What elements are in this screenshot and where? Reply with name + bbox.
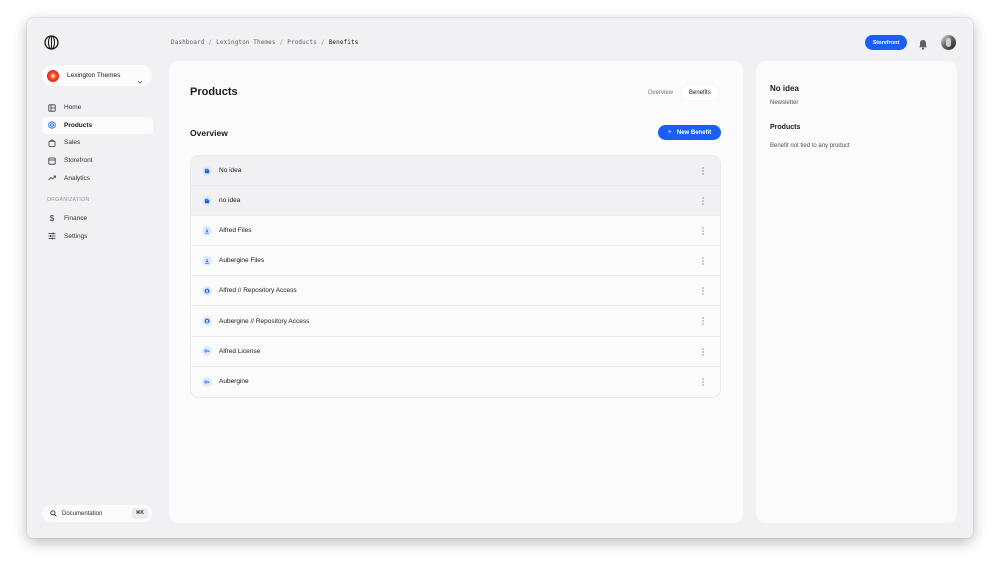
sidebar-item-analytics[interactable]: Analytics — [42, 170, 153, 187]
key-icon — [202, 376, 212, 387]
list-item[interactable]: Aubergine Files — [191, 246, 720, 277]
breadcrumb-products[interactable]: Products — [287, 39, 317, 46]
sidebar-item-label: Finance — [64, 215, 88, 222]
tabs: Overview Benefits — [639, 85, 718, 100]
bell-icon[interactable] — [918, 37, 928, 50]
shortcut-badge: ⌘K — [131, 508, 148, 519]
trend-icon — [48, 174, 56, 182]
sidebar-item-products[interactable]: Products — [42, 116, 153, 134]
more-vertical-icon[interactable] — [702, 257, 704, 265]
benefit-name: Alfred License — [219, 347, 261, 355]
sidebar-item-home[interactable]: Home — [42, 99, 153, 116]
sliders-icon — [48, 232, 56, 240]
sidebar-item-storefront[interactable]: Storefront — [42, 152, 153, 169]
list-item[interactable]: Alfred Files — [191, 216, 720, 247]
list-item[interactable]: Alfred License — [191, 337, 720, 367]
tab-benefits[interactable]: Benefits — [682, 85, 718, 100]
sidebar-item-label: Sales — [64, 139, 81, 147]
breadcrumb-benefits: Benefits — [328, 39, 359, 46]
key-icon — [202, 346, 212, 357]
list-item[interactable]: no idea — [191, 186, 720, 217]
github-icon — [202, 285, 212, 296]
home-icon — [48, 103, 56, 112]
detail-products-heading: Products — [770, 124, 801, 131]
github-icon — [202, 316, 212, 327]
list-item[interactable]: Aubergine // Repository Access — [191, 306, 720, 337]
sidebar-item-sales[interactable]: Sales — [42, 134, 153, 151]
sidebar-item-label: Home — [64, 104, 82, 111]
list-item[interactable]: Alfred // Repository Access — [191, 276, 720, 307]
plus-icon: + — [667, 129, 672, 136]
more-vertical-icon[interactable] — [702, 378, 704, 386]
avatar[interactable] — [941, 35, 956, 50]
more-vertical-icon[interactable] — [702, 227, 704, 235]
detail-type: Newsletter — [770, 100, 799, 106]
documentation-label: Documentation — [62, 510, 103, 517]
benefit-name: Aubergine // Repository Access — [219, 317, 310, 325]
polar-logo-icon[interactable] — [44, 35, 59, 50]
main-panel: Products Overview Benefits Overview + Ne… — [169, 61, 743, 523]
bag-icon — [48, 139, 56, 147]
new-benefit-button[interactable]: + New Benefit — [658, 125, 721, 140]
list-item[interactable]: Aubergine — [191, 367, 720, 397]
benefit-name: Aubergine Files — [219, 257, 265, 265]
sidebar-item-label: Analytics — [64, 174, 91, 182]
download-icon — [202, 225, 212, 236]
dollar-icon: $ — [49, 214, 55, 223]
breadcrumb-separator: / — [208, 39, 213, 46]
benefit-name: Alfred // Repository Access — [219, 287, 297, 295]
organization-select[interactable]: Lexington Themes — [42, 65, 152, 86]
breadcrumb-dashboard[interactable]: Dashboard — [171, 39, 204, 46]
storefront-button[interactable]: Storefront — [865, 35, 907, 50]
list-item[interactable]: No idea — [191, 156, 720, 187]
section-title: Overview — [190, 128, 228, 138]
sidebar-item-label: Storefront — [64, 157, 93, 165]
benefit-list: No idea no idea Alfred Files Aubergine F… — [190, 155, 721, 398]
sidebar-item-finance[interactable]: $ Finance — [42, 210, 153, 227]
more-vertical-icon[interactable] — [702, 317, 704, 326]
sidebar-item-label: Products — [64, 121, 93, 129]
sidebar-item-label: Settings — [64, 232, 88, 240]
documentation-search[interactable]: Documentation ⌘K — [42, 505, 152, 522]
more-vertical-icon[interactable] — [702, 287, 704, 295]
organization-name: Lexington Themes — [67, 72, 121, 79]
breadcrumb-separator: / — [320, 39, 325, 46]
breadcrumb-separator: / — [279, 39, 284, 46]
download-icon — [202, 255, 212, 266]
new-benefit-label: New Benefit — [676, 129, 712, 136]
newsletter-icon — [202, 195, 212, 206]
sidebar-item-settings[interactable]: Settings — [42, 228, 153, 245]
detail-title: No idea — [770, 84, 799, 93]
more-vertical-icon[interactable] — [702, 347, 704, 356]
benefit-name: Aubergine — [219, 378, 249, 386]
benefit-name: No idea — [219, 167, 242, 175]
sidebar-nav: Home Products Sales Storefront Analytics — [42, 99, 153, 187]
sidebar-org-nav: $ Finance Settings — [42, 210, 153, 245]
benefit-name: no idea — [219, 197, 241, 205]
more-vertical-icon[interactable] — [702, 197, 704, 205]
benefit-detail-panel: No idea Newsletter Products Benefit not … — [756, 61, 957, 523]
tab-overview[interactable]: Overview — [641, 85, 680, 100]
benefit-name: Alfred Files — [219, 227, 252, 235]
detail-products-text: Benefit not tied to any product — [770, 143, 850, 149]
search-icon — [50, 510, 57, 517]
breadcrumb: Dashboard / Lexington Themes / Products / Bene… — [171, 39, 358, 46]
chevron-down-icon — [137, 72, 143, 84]
organization-avatar — [47, 69, 59, 82]
cube-icon — [48, 121, 56, 130]
page-title: Products — [190, 86, 238, 98]
newsletter-icon — [202, 165, 212, 176]
store-icon — [48, 157, 56, 165]
breadcrumb-organization[interactable]: Lexington Themes — [216, 39, 275, 46]
app-window: Dashboard / Lexington Themes / Products / Bene… — [27, 18, 973, 538]
more-vertical-icon[interactable] — [702, 167, 704, 175]
section-label-organization: ORGANIZATION — [47, 197, 90, 203]
